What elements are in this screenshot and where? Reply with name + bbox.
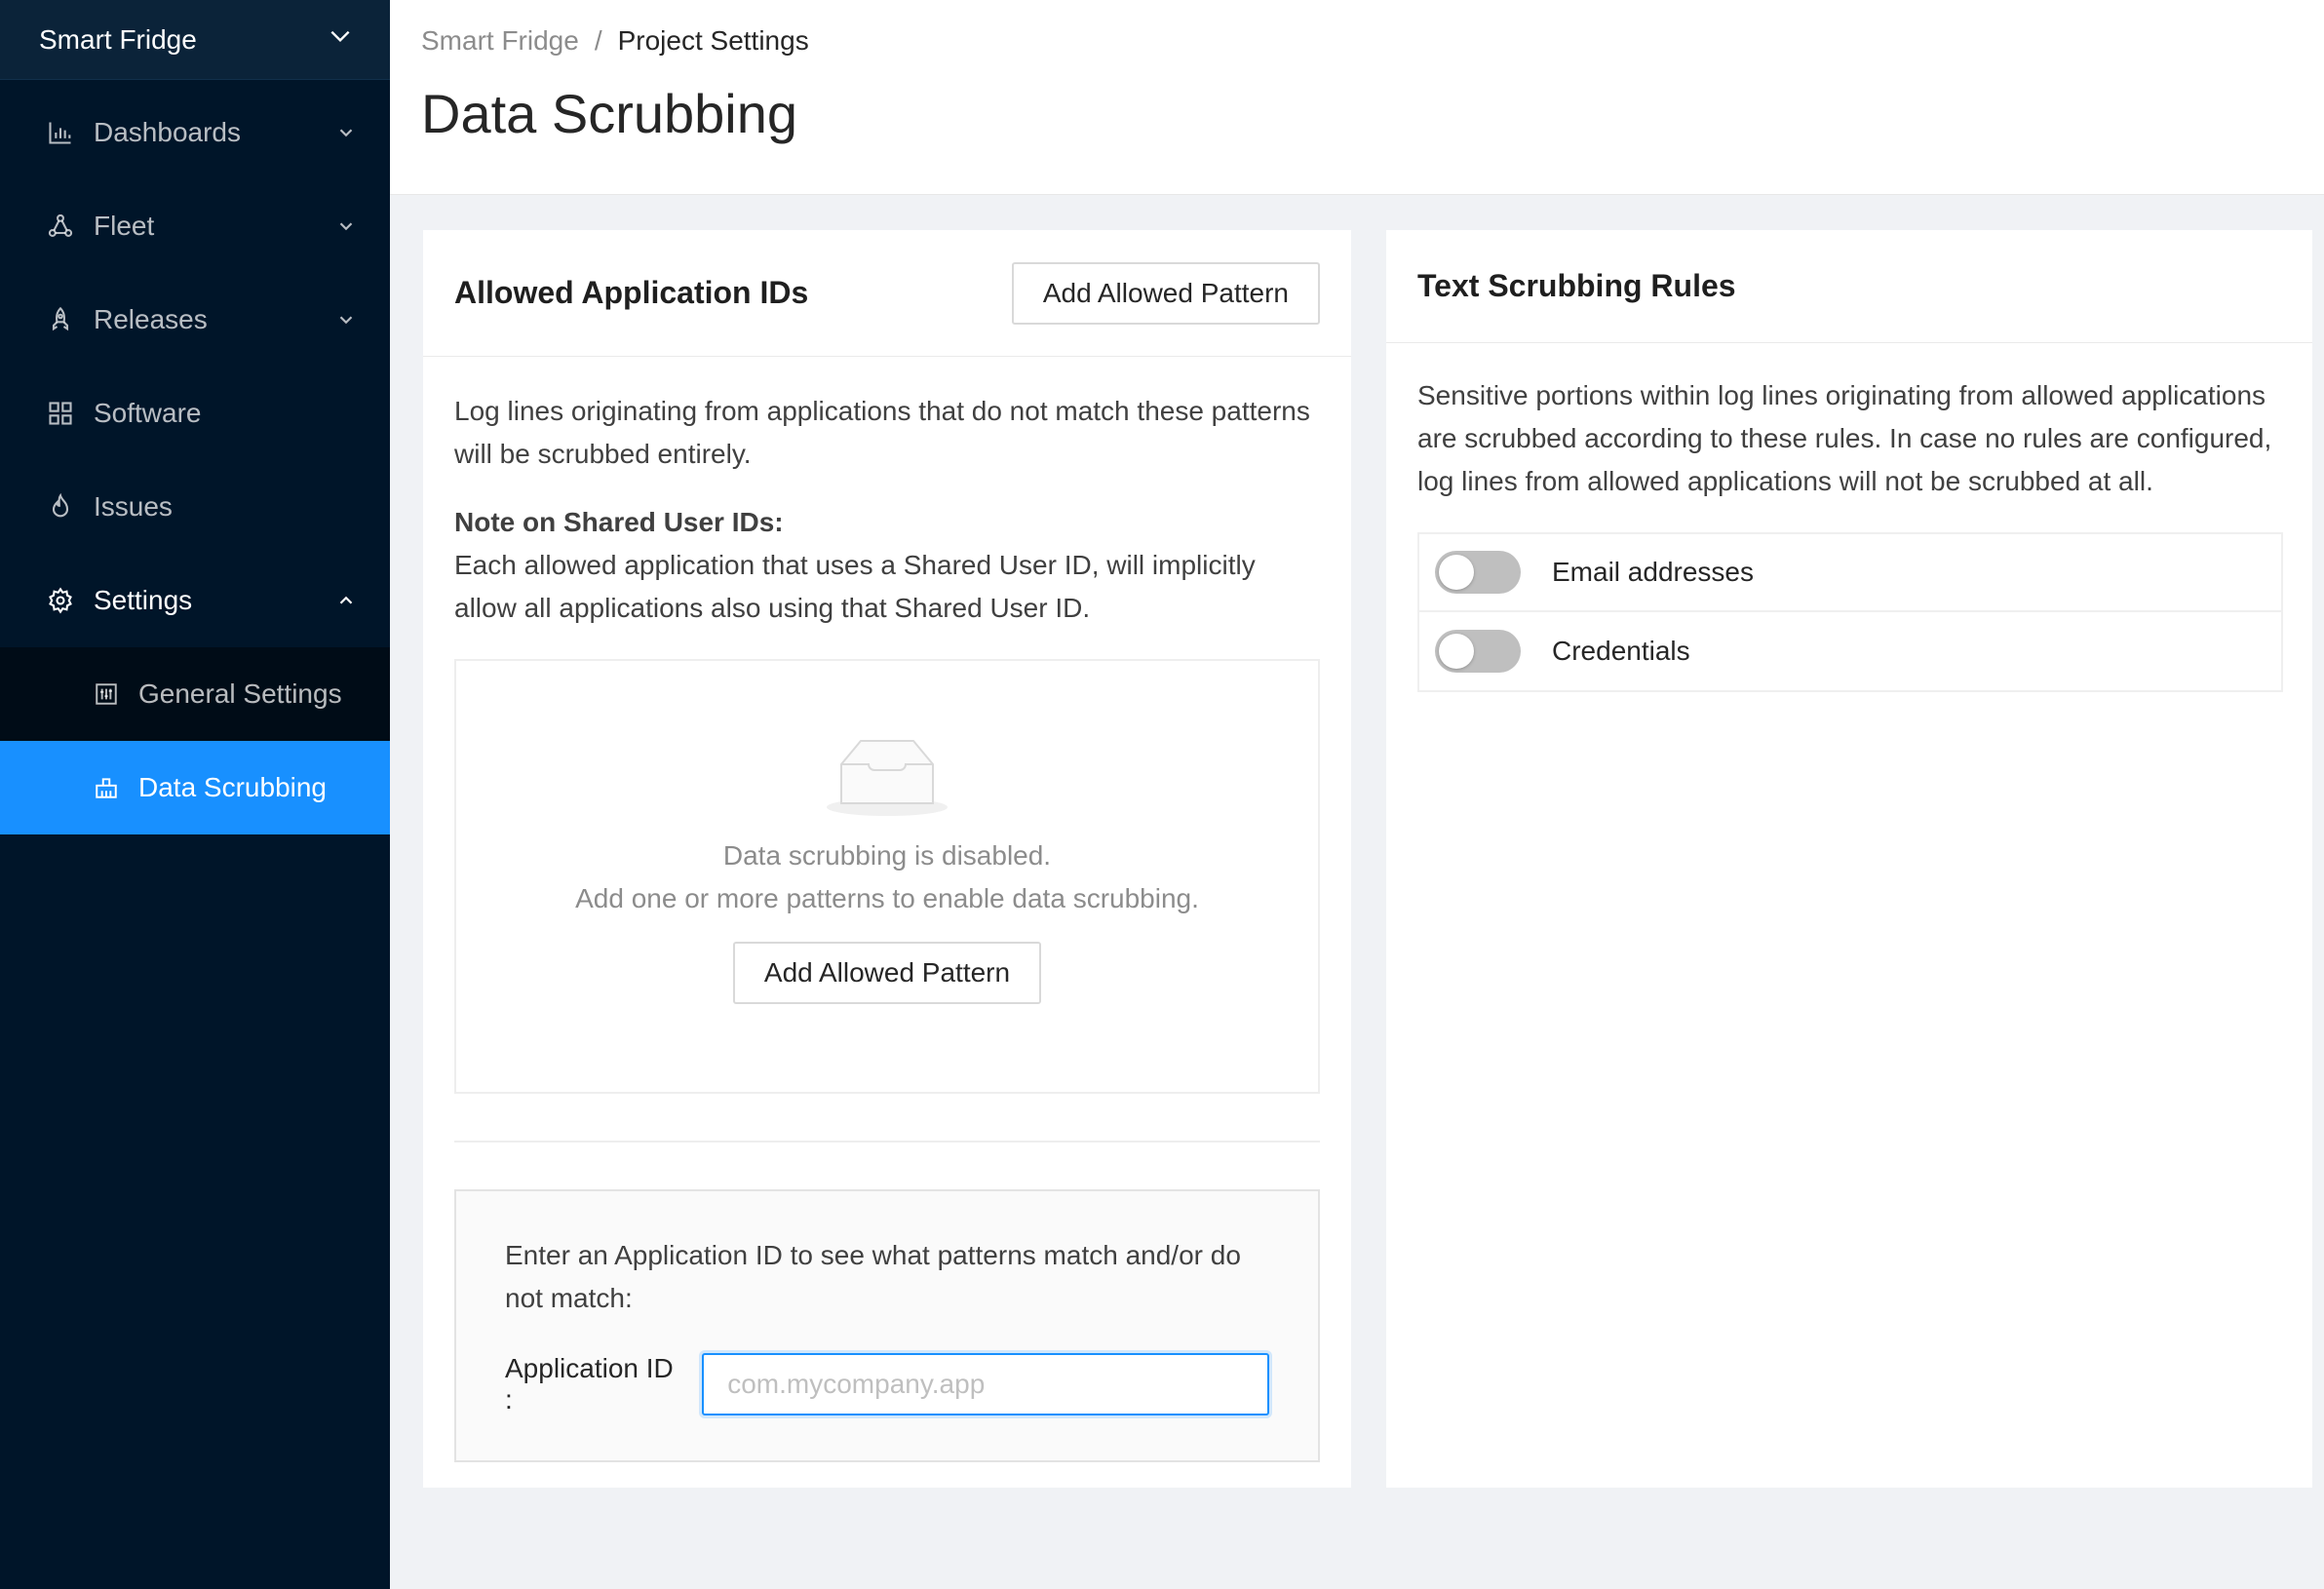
sidebar-item-label: Settings <box>94 585 193 615</box>
tester-instructions: Enter an Application ID to see what patt… <box>505 1240 1241 1313</box>
divider <box>454 1141 1320 1143</box>
app-id-form-row: Application ID : <box>505 1353 1269 1415</box>
sidebar-item-software[interactable]: Software <box>0 367 390 460</box>
gear-icon <box>47 587 74 614</box>
card-title: Allowed Application IDs <box>454 275 809 310</box>
card-header: Allowed Application IDs Add Allowed Patt… <box>423 230 1351 357</box>
credentials-toggle[interactable] <box>1435 630 1521 673</box>
breadcrumb-separator: / <box>594 25 602 56</box>
rules-description: Sensitive portions within log lines orig… <box>1417 380 2272 496</box>
scrub-icon <box>94 775 119 800</box>
breadcrumb-current: Project Settings <box>617 25 809 56</box>
note-text: Each allowed application that uses a Sha… <box>454 550 1256 623</box>
sidebar-item-label: Releases <box>94 304 208 334</box>
page-title: Data Scrubbing <box>421 83 798 144</box>
rule-label: Credentials <box>1552 636 1690 666</box>
settings-submenu: General Settings Data Scrubbing <box>0 647 390 834</box>
sidebar-item-dashboards[interactable]: Dashboards <box>0 86 390 179</box>
sidebar-item-label: General Settings <box>138 678 342 709</box>
card-header: Text Scrubbing Rules <box>1386 230 2312 343</box>
chevron-down-icon <box>335 122 357 143</box>
allowed-description: Log lines originating from applications … <box>454 396 1310 469</box>
sidebar-item-data-scrubbing[interactable]: Data Scrubbing <box>0 741 390 834</box>
add-allowed-pattern-button[interactable]: Add Allowed Pattern <box>1011 261 1320 325</box>
rule-row-email: Email addresses <box>1419 534 2281 612</box>
sidebar-item-label: Software <box>94 398 202 428</box>
bar-chart-icon <box>47 119 74 146</box>
page-header: Smart Fridge / Project Settings Data Scr… <box>390 0 2324 195</box>
email-toggle[interactable] <box>1435 551 1521 594</box>
chevron-down-icon <box>335 309 357 330</box>
chevron-up-icon <box>335 590 357 611</box>
grid-icon <box>47 400 74 427</box>
app-id-input[interactable] <box>702 1353 1269 1415</box>
sidebar-item-settings[interactable]: Settings <box>0 554 390 647</box>
sliders-icon <box>94 681 119 707</box>
sidebar-item-general-settings[interactable]: General Settings <box>0 647 390 741</box>
sidebar-item-label: Issues <box>94 491 173 522</box>
chevron-down-icon <box>335 215 357 237</box>
card-body: Log lines originating from applications … <box>423 357 1351 1495</box>
project-switcher[interactable]: Smart Fridge <box>0 0 390 80</box>
chevron-down-icon <box>328 23 353 56</box>
rule-row-credentials: Credentials <box>1419 612 2281 690</box>
app-id-label: Application ID : <box>505 1353 674 1415</box>
breadcrumb-project[interactable]: Smart Fridge <box>421 25 579 57</box>
rules-list: Email addresses Credentials <box>1417 532 2283 692</box>
allowed-app-ids-card: Allowed Application IDs Add Allowed Patt… <box>423 230 1351 1488</box>
text-scrubbing-rules-card: Text Scrubbing Rules Sensitive portions … <box>1386 230 2312 1488</box>
main-nav: Dashboards Fleet Releases Software Issue… <box>0 86 390 647</box>
sidebar-item-label: Data Scrubbing <box>138 772 328 802</box>
empty-line-1: Data scrubbing is disabled. <box>722 840 1052 871</box>
app-id-tester: Enter an Application ID to see what patt… <box>454 1189 1320 1462</box>
breadcrumb: Smart Fridge / Project Settings <box>421 25 2324 57</box>
sidebar: Smart Fridge Dashboards Fleet Releases S… <box>0 0 390 1589</box>
fire-icon <box>47 493 74 521</box>
empty-state: Data scrubbing is disabled. Add one or m… <box>454 659 1320 1094</box>
empty-inbox-icon <box>827 740 948 816</box>
empty-message: Data scrubbing is disabled. Add one or m… <box>575 834 1199 920</box>
card-body: Sensitive portions within log lines orig… <box>1386 343 2312 725</box>
empty-add-pattern-button[interactable]: Add Allowed Pattern <box>732 942 1042 1004</box>
sidebar-item-fleet[interactable]: Fleet <box>0 179 390 273</box>
sidebar-item-label: Dashboards <box>94 117 241 147</box>
sidebar-item-issues[interactable]: Issues <box>0 460 390 554</box>
sidebar-item-label: Fleet <box>94 211 155 241</box>
project-name: Smart Fridge <box>39 23 197 55</box>
empty-line-2: Add one or more patterns to enable data … <box>575 883 1199 913</box>
sidebar-item-releases[interactable]: Releases <box>0 273 390 367</box>
rule-label: Email addresses <box>1552 557 1754 587</box>
rocket-icon <box>47 306 74 333</box>
nodes-icon <box>47 213 74 240</box>
card-title: Text Scrubbing Rules <box>1417 268 1736 303</box>
note-title: Note on Shared User IDs: <box>454 507 784 537</box>
